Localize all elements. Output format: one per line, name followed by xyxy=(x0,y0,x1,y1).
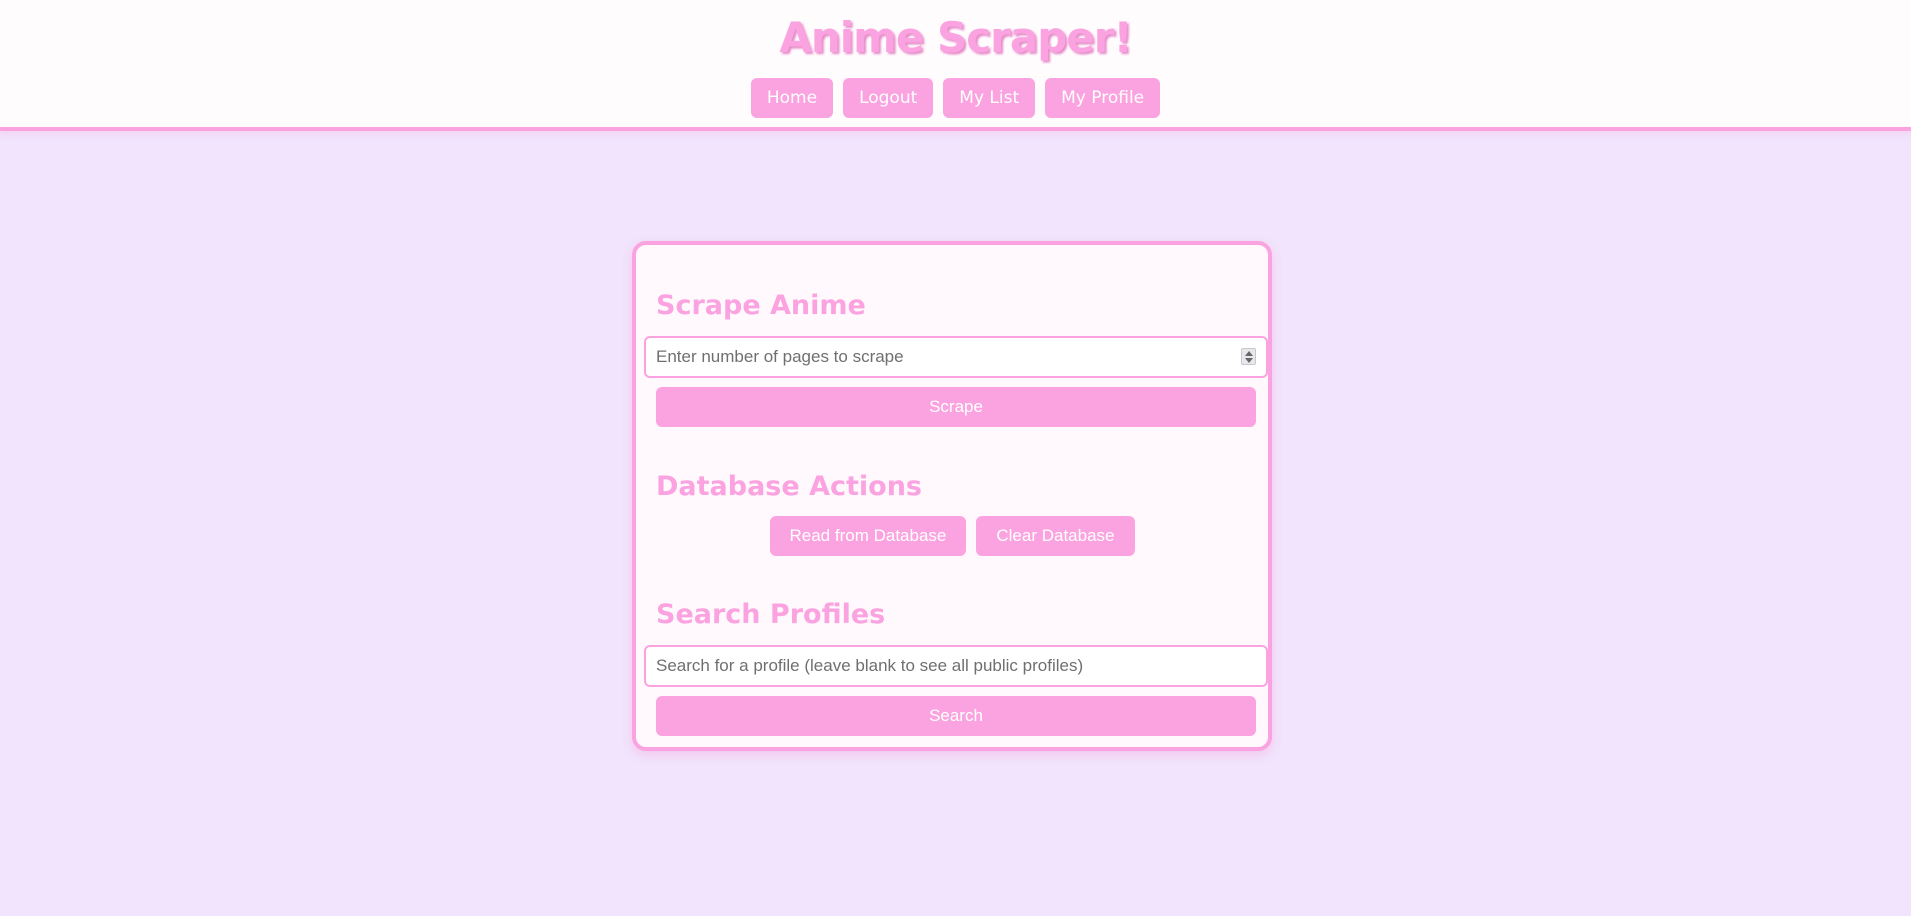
database-section-title: Database Actions xyxy=(656,471,922,502)
pages-input-placeholder: Enter number of pages to scrape xyxy=(656,347,904,366)
search-button[interactable]: Search xyxy=(656,696,1256,736)
search-input-placeholder: Search for a profile (leave blank to see… xyxy=(656,656,1084,675)
actions-card: Scrape Anime Enter number of pages to sc… xyxy=(632,241,1272,751)
nav-home-button[interactable]: Home xyxy=(750,78,834,118)
top-header: Anime Scraper! Home Logout My List My Pr… xyxy=(0,0,1911,131)
scrape-button[interactable]: Scrape xyxy=(656,387,1256,427)
spinner-down-icon[interactable] xyxy=(1245,358,1253,363)
nav-my-profile-button[interactable]: My Profile xyxy=(1045,78,1161,118)
spinner-icon[interactable] xyxy=(1241,348,1256,365)
pages-number-input[interactable]: Enter number of pages to scrape xyxy=(644,336,1268,378)
main-nav: Home Logout My List My Profile xyxy=(0,78,1911,118)
nav-logout-button[interactable]: Logout xyxy=(843,78,934,118)
database-actions: Read from Database Clear Database xyxy=(636,516,1268,556)
spinner-up-icon[interactable] xyxy=(1245,351,1253,356)
search-section-title: Search Profiles xyxy=(656,599,886,630)
scrape-section-title: Scrape Anime xyxy=(656,290,866,321)
clear-database-button[interactable]: Clear Database xyxy=(976,516,1135,556)
read-database-button[interactable]: Read from Database xyxy=(769,516,967,556)
profile-search-input[interactable]: Search for a profile (leave blank to see… xyxy=(644,645,1268,687)
app-title: Anime Scraper! xyxy=(779,13,1132,62)
nav-my-list-button[interactable]: My List xyxy=(943,78,1036,118)
